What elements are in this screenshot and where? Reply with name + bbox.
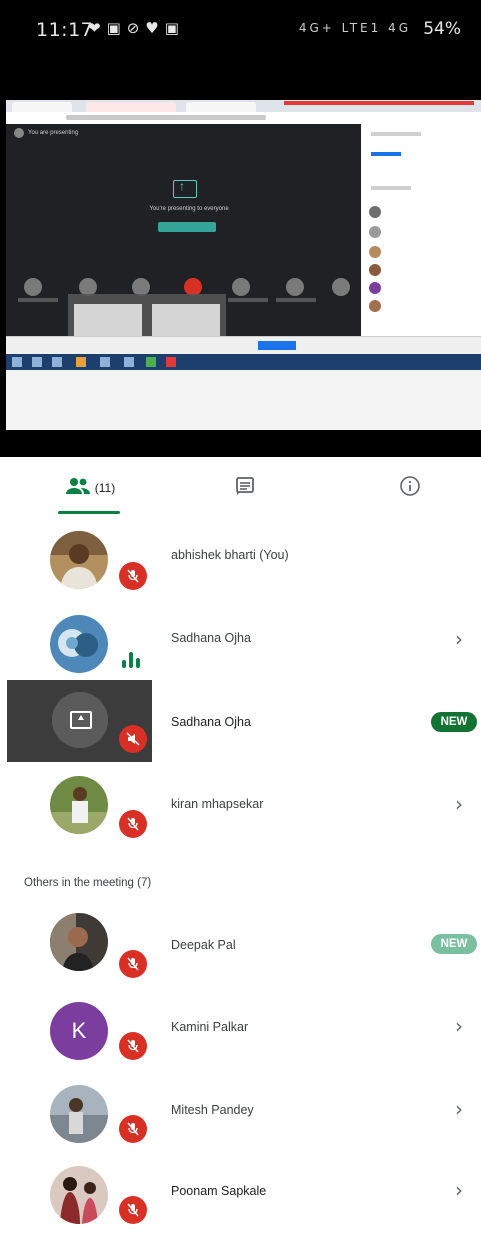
chevron-right-icon[interactable]: › bbox=[455, 792, 463, 816]
info-icon bbox=[399, 475, 421, 502]
participant-row[interactable]: Deepak Pal NEW bbox=[0, 903, 481, 987]
participant-row-presentation[interactable]: Sadhana Ojha NEW bbox=[0, 680, 481, 764]
avatar bbox=[50, 615, 108, 673]
participant-row[interactable]: K Kamini Palkar › bbox=[0, 992, 481, 1076]
tab-chat[interactable] bbox=[205, 457, 285, 519]
avatar: K bbox=[50, 1002, 108, 1060]
people-tab-bar: (11) bbox=[0, 457, 481, 519]
avatar bbox=[50, 1085, 108, 1143]
browser-bottom-bar bbox=[6, 336, 481, 355]
participant-row[interactable]: Sadhana Ojha › bbox=[0, 605, 481, 689]
participant-name: Deepak Pal bbox=[171, 938, 236, 952]
others-section-label: Others in the meeting (7) bbox=[24, 877, 152, 889]
participant-name: Sadhana Ojha bbox=[171, 715, 251, 729]
participant-row[interactable]: abhishek bharti (You) bbox=[0, 521, 481, 605]
participant-row[interactable]: kiran mhapsekar › bbox=[0, 766, 481, 850]
network-status: 4G+ LTE1 4G bbox=[298, 21, 411, 35]
notification-icons: ❤▣⊘♥▣ bbox=[88, 19, 185, 37]
battery-level: 54% bbox=[423, 19, 461, 39]
participant-row[interactable]: Poonam Sapkale › bbox=[0, 1156, 481, 1240]
status-time: 11:17 bbox=[36, 19, 94, 41]
new-badge: NEW bbox=[431, 934, 477, 954]
chevron-right-icon[interactable]: › bbox=[455, 627, 463, 651]
status-bar: 11:17 ❤▣⊘♥▣ 4G+ LTE1 4G 54% bbox=[0, 0, 481, 60]
participant-name: kiran mhapsekar bbox=[171, 797, 264, 811]
chevron-right-icon[interactable]: › bbox=[455, 1178, 463, 1202]
people-icon bbox=[65, 477, 91, 500]
shared-screen-image: You are presenting You're presenting to … bbox=[6, 100, 481, 430]
participant-name: Poonam Sapkale bbox=[171, 1184, 267, 1198]
browser-tab-strip bbox=[6, 100, 481, 112]
speaking-indicator-icon bbox=[122, 650, 146, 668]
new-badge: NEW bbox=[431, 712, 477, 732]
muted-mic-icon bbox=[119, 810, 147, 838]
people-count: (11) bbox=[94, 481, 116, 495]
presentation-tile bbox=[7, 680, 152, 762]
stop-presenting-mini bbox=[158, 222, 216, 232]
chat-icon bbox=[234, 475, 256, 502]
present-screen-icon bbox=[52, 692, 108, 748]
avatar bbox=[50, 1166, 108, 1224]
avatar bbox=[50, 913, 108, 971]
participant-name: Kamini Palkar bbox=[171, 1020, 249, 1034]
muted-mic-icon bbox=[119, 1115, 147, 1143]
present-screen-icon bbox=[173, 179, 197, 198]
avatar bbox=[50, 531, 108, 589]
participant-name: abhishek bharti (You) bbox=[171, 548, 289, 562]
meet-stage: You are presenting You're presenting to … bbox=[6, 124, 361, 356]
tab-info[interactable] bbox=[370, 457, 450, 519]
muted-mic-icon bbox=[119, 1032, 147, 1060]
muted-mic-icon bbox=[119, 562, 147, 590]
active-tab-indicator bbox=[58, 511, 120, 514]
windows-taskbar bbox=[6, 354, 481, 370]
tab-people[interactable]: (11) bbox=[50, 457, 130, 519]
muted-mic-icon bbox=[119, 950, 147, 978]
participant-name: Sadhana Ojha bbox=[171, 631, 251, 645]
chevron-right-icon[interactable]: › bbox=[455, 1097, 463, 1121]
muted-audio-icon bbox=[119, 725, 147, 753]
avatar bbox=[50, 776, 108, 834]
participant-name: Mitesh Pandey bbox=[171, 1103, 254, 1117]
participant-row[interactable]: Mitesh Pandey › bbox=[0, 1075, 481, 1159]
muted-mic-icon bbox=[119, 1196, 147, 1224]
presentation-preview[interactable]: You are presenting You're presenting to … bbox=[0, 60, 481, 457]
meet-people-panel-mini bbox=[361, 124, 481, 336]
chevron-right-icon[interactable]: › bbox=[455, 1014, 463, 1038]
